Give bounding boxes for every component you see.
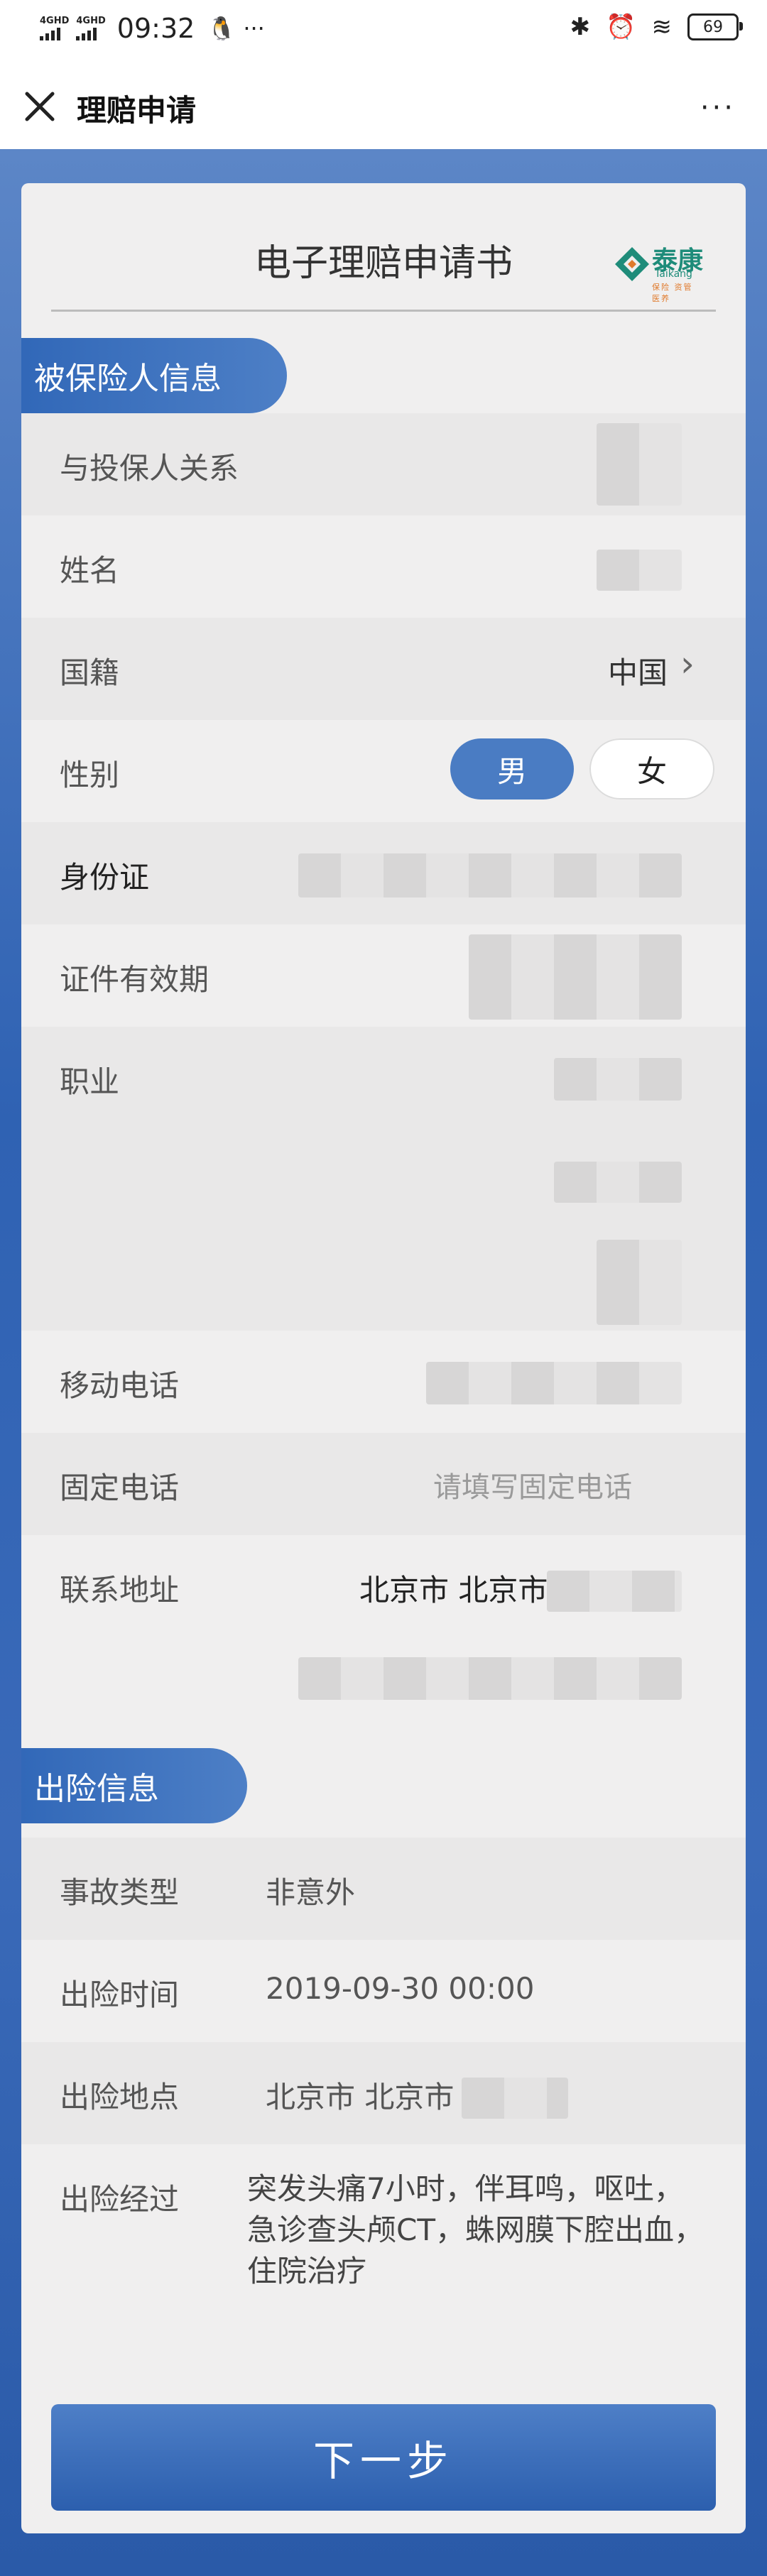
- incident-place-row[interactable]: 出险地点 北京市 北京市: [21, 2042, 746, 2144]
- battery-icon: 69: [687, 13, 743, 40]
- incident-detail-row[interactable]: 出险经过 突发头痛7小时，伴耳鸣，呕吐，急诊查头颅CT，蛛网膜下腔出血，住院治疗: [21, 2144, 746, 2315]
- address-value: 北京市 北京市: [359, 1573, 548, 1608]
- gender-male-option[interactable]: 男: [450, 738, 574, 799]
- masked-value: [426, 1362, 682, 1404]
- signal-label: 4GHD: [40, 16, 70, 26]
- incident-detail-value: 突发头痛7小时，伴耳鸣，呕吐，急诊查头颅CT，蛛网膜下腔出血，住院治疗: [247, 2171, 704, 2288]
- relation-row[interactable]: 与投保人关系: [21, 413, 746, 515]
- masked-value: [298, 853, 682, 897]
- masked-value: [462, 2078, 568, 2119]
- incident-place-value: 北京市 北京市: [266, 2080, 455, 2114]
- logo-en: Taikang: [655, 268, 692, 280]
- incident-time-label: 出险时间: [60, 1977, 180, 2012]
- address-row[interactable]: 联系地址 北京市 北京市: [21, 1535, 746, 1700]
- mobile-row[interactable]: 移动电话: [21, 1331, 746, 1433]
- masked-value: [547, 1571, 682, 1612]
- incident-place-label: 出险地点: [60, 2080, 180, 2114]
- masked-value: [597, 423, 682, 506]
- masked-value: [597, 550, 682, 591]
- nationality-row[interactable]: 国籍 中国 ›: [21, 618, 746, 720]
- status-left: 4GHD 4GHD 09:32 🐧 ···: [40, 13, 265, 44]
- section-insured-info: 被保险人信息: [21, 338, 287, 413]
- more-icon[interactable]: ···: [700, 94, 736, 122]
- occupation-row[interactable]: 职业: [21, 1027, 746, 1331]
- divider: [51, 310, 716, 312]
- landline-row[interactable]: 固定电话 请填写固定电话: [21, 1433, 746, 1535]
- signal-icon: 4GHD: [76, 16, 106, 40]
- id-card-label: 身份证: [60, 860, 150, 895]
- accident-type-value: 非意外: [266, 1875, 356, 1910]
- logo-icon: [615, 247, 649, 281]
- chevron-right-icon: ›: [680, 643, 695, 684]
- relation-label: 与投保人关系: [60, 451, 239, 486]
- bluetooth-icon: ✱: [570, 13, 591, 41]
- claim-form-card: 电子理赔申请书 泰康 Taikang 保险 资管 医养 被保险人信息 与投保人关…: [21, 183, 746, 2533]
- accident-type-label: 事故类型: [60, 1875, 180, 1910]
- gender-row: 性别 男 女: [21, 720, 746, 822]
- id-validity-label: 证件有效期: [60, 962, 210, 997]
- signal-label: 4GHD: [76, 16, 106, 26]
- masked-value: [597, 1240, 682, 1325]
- nationality-label: 国籍: [60, 655, 120, 690]
- id-validity-row[interactable]: 证件有效期: [21, 924, 746, 1027]
- name-row[interactable]: 姓名: [21, 515, 746, 618]
- masked-value: [469, 934, 682, 1020]
- mobile-label: 移动电话: [60, 1368, 180, 1403]
- close-icon[interactable]: [20, 87, 60, 126]
- gender-female-option[interactable]: 女: [589, 738, 714, 799]
- next-button[interactable]: 下一步: [51, 2404, 716, 2511]
- masked-value: [554, 1058, 682, 1101]
- page-title: 理赔申请: [77, 93, 197, 128]
- incident-time-row[interactable]: 出险时间 2019-09-30 00:00: [21, 1940, 746, 2042]
- nationality-value: 中国: [608, 655, 668, 690]
- alarm-icon: ⏰: [606, 13, 636, 41]
- taikang-logo: 泰康 Taikang 保险 资管 医养: [612, 240, 705, 303]
- status-bar: 4GHD 4GHD 09:32 🐧 ··· ✱ ⏰ ≋ 69: [0, 0, 767, 64]
- wifi-icon: ≋: [651, 13, 673, 41]
- gender-label: 性别: [60, 758, 120, 792]
- status-time: 09:32: [116, 13, 195, 44]
- accident-type-row[interactable]: 事故类型 非意外: [21, 1838, 746, 1940]
- title-bar: 理赔申请 ···: [0, 64, 767, 149]
- masked-value: [554, 1162, 682, 1203]
- incident-time-value: 2019-09-30 00:00: [266, 1971, 535, 2006]
- status-right: ✱ ⏰ ≋ 69: [570, 13, 743, 41]
- name-label: 姓名: [60, 553, 120, 588]
- logo-slogan: 保险 资管 医养: [652, 283, 693, 303]
- incident-detail-label: 出险经过: [60, 2182, 180, 2217]
- id-card-row[interactable]: 身份证: [21, 822, 746, 924]
- masked-value: [298, 1657, 682, 1700]
- occupation-label: 职业: [60, 1064, 120, 1099]
- notification-icons: 🐧 ···: [207, 15, 265, 42]
- signal-icon: 4GHD: [40, 16, 69, 40]
- address-label: 联系地址: [60, 1573, 180, 1608]
- section-incident-info: 出险信息: [21, 1748, 247, 1823]
- landline-label: 固定电话: [60, 1470, 180, 1505]
- landline-input[interactable]: 请填写固定电话: [433, 1464, 632, 1505]
